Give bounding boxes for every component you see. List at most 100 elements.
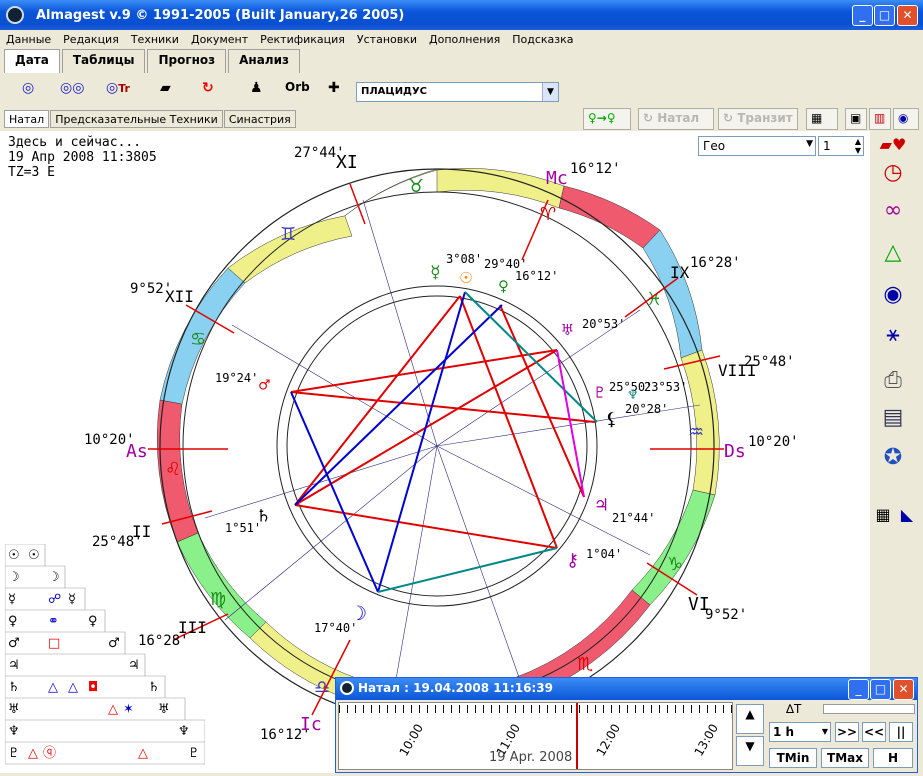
main-tabs: Дата Таблицы Прогноз Анализ: [4, 49, 302, 73]
taurus-icon: ♉: [408, 176, 424, 197]
sun-icon: ☉: [8, 548, 20, 563]
time-window-title: Натал : 19.04.2008 11:16:39: [336, 678, 917, 700]
geo-select[interactable]: Гео ▼: [698, 136, 816, 156]
spinner-arrows-icon[interactable]: ▲ ▼: [855, 137, 861, 155]
house-system-select[interactable]: ПЛАЦИДУС ▼: [356, 82, 559, 102]
eye-icon[interactable]: ◉: [893, 108, 919, 130]
tab-analysis[interactable]: Анализ: [228, 49, 300, 73]
eraser-icon[interactable]: ▰: [160, 80, 171, 96]
aspect-grid: ☉ ☉ ☽ ☽ ☿ ☍ ☿ ♀ ⚭ ♀ ♂ □ ♂ ♃ ♃ ♄ △ △ ◘ ♄ ♅ △ ✶ ♅ ♆ ♆ ♇ △ ⓠ △ ♇: [5, 544, 205, 765]
step-value: 1 h: [773, 725, 795, 739]
mercury-icon: ☿: [68, 592, 76, 607]
pluto-icon: ♇: [595, 383, 605, 402]
menu-addons[interactable]: Дополнения: [423, 33, 506, 46]
tmin-button[interactable]: TMin: [769, 748, 817, 768]
desc-label: Ds: [724, 441, 746, 462]
window-title: Almagest v.9 © 1991-2005 (Built January,…: [36, 7, 405, 23]
house-xi-num: XI: [336, 152, 358, 173]
subtab-natal[interactable]: Натал: [4, 110, 50, 128]
delta-bar[interactable]: [823, 704, 915, 714]
mercury-icon: ☿: [430, 262, 441, 283]
menu-settings[interactable]: Установки: [351, 33, 423, 46]
tab-forecast[interactable]: Прогноз: [147, 49, 227, 73]
mc-deg: 16°12': [570, 161, 621, 177]
step-select[interactable]: 1 h ▼: [769, 722, 831, 742]
aquarius-icon: ♒: [688, 422, 704, 443]
pluto-icon: ♇: [8, 746, 20, 761]
menu-rectification[interactable]: Ректификация: [254, 33, 351, 46]
chevron-down-icon[interactable]: ▼: [542, 83, 558, 101]
tab-date[interactable]: Дата: [4, 49, 60, 73]
minimize-button[interactable]: _: [852, 5, 873, 26]
uranus-deg: 20°53': [582, 317, 625, 331]
tab-tables[interactable]: Таблицы: [61, 49, 146, 73]
trine-icon: △: [48, 680, 58, 695]
subtab-predictive[interactable]: Предсказательные Техники: [50, 110, 223, 128]
documents-icon[interactable]: ▤: [876, 405, 910, 439]
close-button[interactable]: ✕: [893, 679, 914, 700]
transit-ring-icon[interactable]: ◎Tr: [106, 80, 130, 96]
back-button[interactable]: <<: [862, 722, 886, 742]
uranus-icon: ♅: [158, 702, 170, 717]
pause-button[interactable]: ||: [889, 722, 913, 742]
grid-icon[interactable]: ▦: [872, 505, 894, 539]
menu-help[interactable]: Подсказка: [506, 33, 579, 46]
menu-document[interactable]: Документ: [185, 33, 254, 46]
jupiter-icon: ♃: [596, 495, 607, 516]
time-window: Натал : 19.04.2008 11:16:39 _ □ ✕ 10:00 …: [335, 677, 918, 773]
menu-data[interactable]: Данные: [0, 33, 57, 46]
zodiac-r-icon[interactable]: ◉: [876, 282, 910, 316]
h-button[interactable]: H: [873, 748, 913, 768]
sextile-icon: ⚭: [48, 614, 59, 629]
sextile-icon: ✶: [123, 702, 134, 717]
trine-icon: △: [108, 702, 118, 717]
house-ii-num: II: [132, 522, 151, 541]
time-cursor[interactable]: [576, 703, 578, 769]
tmax-button[interactable]: TMax: [821, 748, 869, 768]
gemini-icon: ♊: [280, 224, 296, 245]
maximize-button[interactable]: □: [870, 679, 891, 700]
wheel-icon[interactable]: ✪: [876, 445, 910, 479]
asc-label: As: [126, 441, 148, 462]
sun-icon: ☉: [28, 548, 40, 563]
close-button[interactable]: ✕: [897, 5, 918, 26]
forward-button[interactable]: >>: [835, 722, 859, 742]
monitor-icon[interactable]: ▣: [845, 108, 867, 130]
jupiter-deg: 21°44': [612, 511, 655, 525]
clock-icon[interactable]: ◎: [22, 80, 34, 96]
time-ruler[interactable]: 10:00 11:00 12:00 13:00 19 Apr. 2008: [338, 702, 733, 770]
printer-icon[interactable]: ⎙: [876, 368, 910, 402]
natal-button[interactable]: ↻ Натал: [638, 108, 714, 130]
clock-r-icon[interactable]: ◷: [876, 160, 910, 194]
trine-icon: △: [68, 680, 78, 695]
app-icon: [340, 681, 354, 695]
subtab-synastry[interactable]: Синастрия: [223, 110, 296, 128]
corner-icon[interactable]: ◣: [896, 505, 918, 539]
add-icon[interactable]: ✚: [328, 80, 340, 96]
menu-edit[interactable]: Редакция: [57, 33, 125, 46]
triangle-icon[interactable]: △: [876, 240, 910, 274]
aspect-icon[interactable]: ⚹: [876, 322, 910, 356]
synastry-rings-icon[interactable]: ◎◎: [60, 80, 84, 96]
person-icon[interactable]: ♟: [250, 80, 263, 96]
saturn-icon: ♄: [8, 680, 20, 695]
maximize-button[interactable]: □: [874, 5, 895, 26]
house-system-value: ПЛАЦИДУС: [361, 86, 428, 97]
table-view-icon[interactable]: ▦: [806, 108, 838, 130]
bar-chart-icon[interactable]: ▥: [869, 108, 891, 130]
refresh-icon[interactable]: ↻: [202, 80, 214, 96]
count-spinner[interactable]: 1 ▲ ▼: [818, 136, 864, 156]
rings-icon[interactable]: ∞: [876, 198, 910, 232]
jupiter-icon: ♃: [128, 658, 140, 673]
chevron-down-icon[interactable]: ▼: [822, 723, 828, 741]
chevron-down-icon[interactable]: ▼: [806, 139, 813, 149]
swap-button[interactable]: ♀→♀: [583, 108, 631, 130]
minimize-button[interactable]: _: [848, 679, 869, 700]
scroll-up-button[interactable]: ▲: [736, 704, 764, 734]
menu-techniques[interactable]: Техники: [125, 33, 185, 46]
leo-icon: ♌: [165, 459, 181, 480]
transit-button[interactable]: ↻ Транзит: [718, 108, 798, 130]
orb-button[interactable]: Orb: [285, 80, 310, 94]
scroll-down-button[interactable]: ▼: [736, 736, 764, 766]
quintile-icon: ⓠ: [43, 746, 56, 761]
